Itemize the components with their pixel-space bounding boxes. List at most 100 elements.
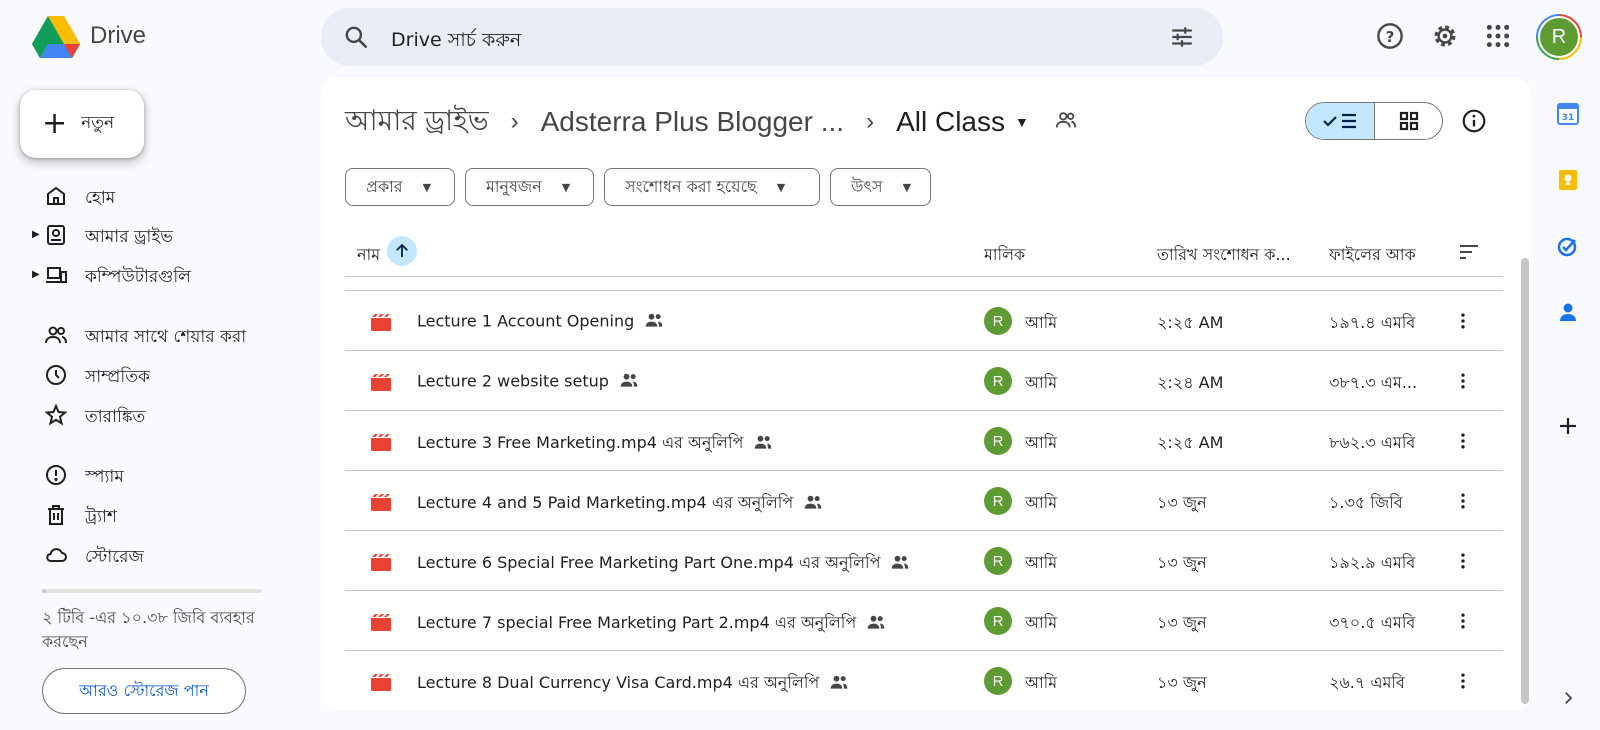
- shared-people-icon: [644, 310, 664, 334]
- search-input[interactable]: Drive সার্চ করুন: [391, 26, 521, 58]
- owner-avatar: R: [984, 487, 1012, 515]
- column-header-modified[interactable]: তারিখ সংশোধন ক...: [1157, 242, 1291, 269]
- filter-type[interactable]: প্রকার ▼: [345, 168, 455, 206]
- sidebar-item-storage[interactable]: স্টোরেজ: [0, 537, 300, 573]
- dropdown-arrow-icon: ▼: [561, 180, 571, 194]
- add-icon[interactable]: [1554, 412, 1582, 440]
- sidebar-item-my-drive[interactable]: ▶ আমার ড্রাইভ: [0, 217, 300, 253]
- storage-usage-text: ২ টিবি -এর ১০.৩৮ জিবি ব্যবহার করছেন: [42, 608, 255, 651]
- info-icon[interactable]: [1461, 108, 1487, 138]
- filter-source[interactable]: উৎস ▼: [830, 168, 931, 206]
- new-button[interactable]: + নতুন: [20, 90, 144, 158]
- more-options-icon[interactable]: [1449, 667, 1477, 695]
- expand-caret-icon[interactable]: ▶: [32, 269, 40, 280]
- breadcrumb-item-folder[interactable]: Adsterra Plus Blogger ...: [541, 106, 844, 138]
- expand-icon[interactable]: [1554, 684, 1582, 712]
- calendar-icon[interactable]: 31: [1554, 100, 1582, 128]
- file-name[interactable]: Lecture 2 website setup: [417, 370, 639, 394]
- search-icon[interactable]: [343, 24, 369, 54]
- sidebar-item-trash[interactable]: ট্র্যাশ: [0, 497, 300, 533]
- keep-icon[interactable]: [1554, 166, 1582, 194]
- account-avatar[interactable]: R: [1536, 14, 1582, 60]
- trash-icon: [48, 505, 64, 525]
- table-header: নাম মালিক তারিখ সংশোধন ক... ফাইলের আক: [345, 228, 1503, 277]
- filter-label: সংশোধন করা হয়েছে: [625, 176, 757, 196]
- app-title[interactable]: Drive: [90, 22, 146, 50]
- table-row[interactable]: Lecture 3 Free Marketing.mp4 এর অনুলিপি R…: [345, 410, 1503, 470]
- computers-icon: [46, 267, 67, 283]
- settings-gear-icon[interactable]: [1429, 20, 1461, 52]
- list-view-button[interactable]: [1306, 103, 1375, 139]
- apps-grid-icon[interactable]: [1482, 20, 1514, 52]
- table-row[interactable]: Lecture 7 special Free Marketing Part 2.…: [345, 590, 1503, 650]
- column-header-name[interactable]: নাম: [357, 242, 380, 269]
- breadcrumb-item-my-drive[interactable]: আমার ড্রাইভ: [345, 99, 489, 146]
- more-options-icon[interactable]: [1449, 607, 1477, 635]
- sidebar-item-starred[interactable]: তারাঙ্কিত: [0, 397, 300, 433]
- owner-name: আমি: [1025, 373, 1058, 392]
- table-row[interactable]: Lecture 2 website setup R আমি ২:২৪ AM ৩৮৭.৩ …: [345, 350, 1503, 410]
- file-name[interactable]: Lecture 7 special Free Marketing Part 2.…: [417, 610, 886, 637]
- shared-people-icon: [803, 492, 823, 516]
- account-avatar-letter: R: [1538, 16, 1580, 58]
- more-options-icon[interactable]: [1449, 547, 1477, 575]
- search-options-icon[interactable]: [1169, 24, 1195, 54]
- more-options-icon[interactable]: [1449, 487, 1477, 515]
- table-row[interactable]: Lecture 4 and 5 Paid Marketing.mp4 এর অন…: [345, 470, 1503, 530]
- sidebar-item-spam[interactable]: স্প্যাম: [0, 457, 300, 493]
- sidebar-item-computers[interactable]: ▶ কম্পিউটারগুলি: [0, 257, 300, 293]
- file-name[interactable]: Lecture 8 Dual Currency Visa Card.mp4 এর…: [417, 670, 849, 697]
- more-options-icon[interactable]: [1449, 307, 1477, 335]
- grid-view-button[interactable]: [1375, 103, 1442, 139]
- shared-people-icon: [619, 370, 639, 394]
- column-header-owner[interactable]: মালিক: [984, 242, 1025, 269]
- owner-avatar: R: [984, 307, 1012, 335]
- contacts-icon[interactable]: [1554, 298, 1582, 326]
- table-row[interactable]: Lecture 6 Special Free Marketing Part On…: [345, 530, 1503, 590]
- get-more-storage-button[interactable]: আরও স্টোরেজ পান: [42, 668, 246, 714]
- file-name[interactable]: Lecture 3 Free Marketing.mp4 এর অনুলিপি: [417, 430, 773, 457]
- file-name[interactable]: Lecture 1 Account Opening: [417, 310, 664, 334]
- table-row[interactable]: Lecture 8 Dual Currency Visa Card.mp4 এর…: [345, 650, 1503, 710]
- more-options-icon[interactable]: [1449, 367, 1477, 395]
- clock-icon: [46, 365, 66, 385]
- filter-label: মানুষজন: [486, 176, 542, 196]
- main-content: আমার ড্রাইভ › Adsterra Plus Blogger ... …: [321, 78, 1531, 710]
- search-bar[interactable]: Drive সার্চ করুন: [321, 8, 1223, 66]
- sidebar-item-label: আমার সাথে শেয়ার করা: [85, 327, 247, 347]
- file-name-text: Lecture 3 Free Marketing.mp4 এর অনুলিপি: [417, 433, 744, 452]
- owner-avatar: R: [984, 367, 1012, 395]
- file-size: ৮৬২.৩ এমবি: [1329, 433, 1416, 452]
- shared-folder-icon[interactable]: [1055, 106, 1077, 138]
- more-options-icon[interactable]: [1449, 427, 1477, 455]
- sidebar-item-shared-with-me[interactable]: আমার সাথে শেয়ার করা: [0, 317, 300, 353]
- sidebar-item-home[interactable]: হোম: [0, 178, 300, 214]
- home-icon: [47, 186, 65, 205]
- tasks-icon[interactable]: [1554, 232, 1582, 260]
- sort-ascending-icon[interactable]: [387, 236, 417, 266]
- table-row[interactable]: Lecture 1 Account Opening R আমি ২:২৫ AM ১৯৭.…: [345, 290, 1503, 350]
- sidebar-item-label: স্টোরেজ: [85, 547, 144, 567]
- video-file-icon: [369, 313, 393, 337]
- file-name-text: Lecture 8 Dual Currency Visa Card.mp4 এর…: [417, 673, 820, 692]
- video-file-icon: [369, 673, 393, 697]
- file-name[interactable]: Lecture 6 Special Free Marketing Part On…: [417, 550, 910, 577]
- shared-people-icon: [890, 552, 910, 576]
- owner-name: আমি: [1025, 313, 1058, 332]
- filter-modified[interactable]: সংশোধন করা হয়েছে ▼: [604, 168, 820, 206]
- help-icon[interactable]: ?: [1374, 20, 1406, 52]
- sidebar-item-label: আমার ড্রাইভ: [85, 227, 173, 247]
- scrollbar[interactable]: [1521, 258, 1529, 704]
- expand-caret-icon[interactable]: ▶: [32, 229, 40, 240]
- sort-options-icon[interactable]: [1457, 240, 1481, 268]
- breadcrumb-current-folder[interactable]: All Class ▼: [896, 106, 1029, 138]
- drive-logo-icon[interactable]: [32, 16, 80, 58]
- file-size: ৩৭০.৫ এমবি: [1329, 613, 1416, 632]
- column-header-size[interactable]: ফাইলের আক: [1329, 242, 1416, 269]
- owner-name: আমি: [1025, 613, 1058, 632]
- sidebar-item-recent[interactable]: সাম্প্রতিক: [0, 357, 300, 393]
- file-name[interactable]: Lecture 4 and 5 Paid Marketing.mp4 এর অন…: [417, 490, 823, 517]
- view-toggle: [1305, 102, 1443, 140]
- filter-people[interactable]: মানুষজন ▼: [465, 168, 594, 206]
- video-file-icon: [369, 433, 393, 457]
